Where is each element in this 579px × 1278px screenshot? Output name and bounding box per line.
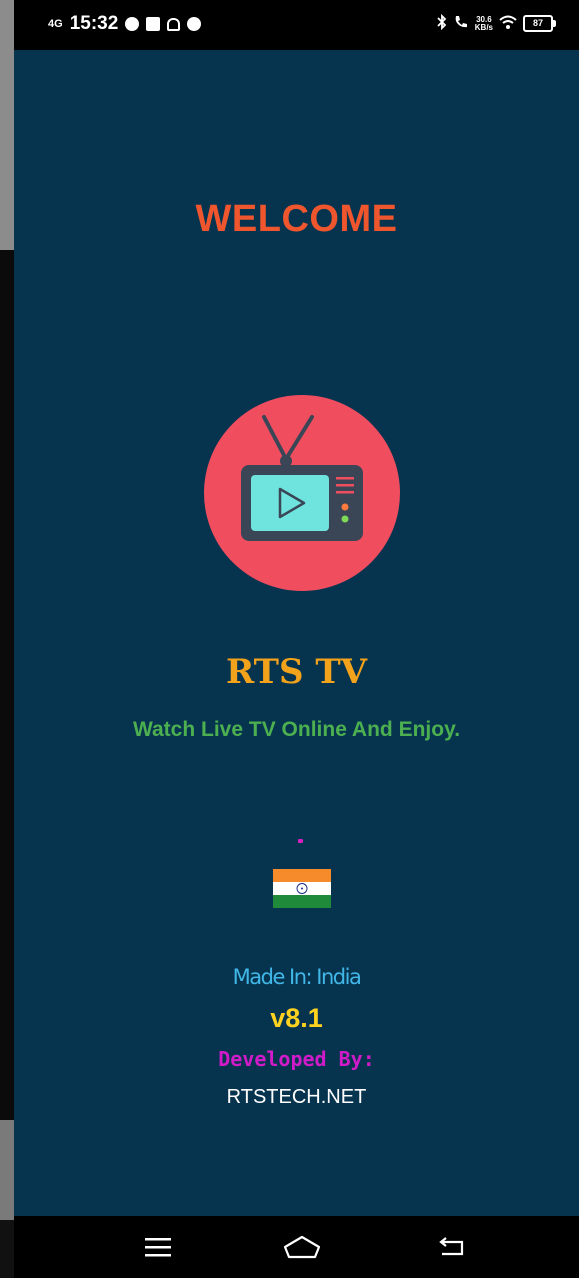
- status-right: 30.6 KB/s 87: [437, 13, 556, 33]
- app-name: RTS TV: [225, 652, 368, 692]
- speed-unit: KB/s: [474, 22, 493, 32]
- battery-icon: 87: [523, 15, 556, 32]
- app-version: v8.1: [270, 1003, 323, 1033]
- battery-level: 87: [532, 18, 543, 28]
- menu-icon[interactable]: [138, 1230, 178, 1264]
- bell-icon: [167, 17, 181, 31]
- call-icon: [453, 14, 469, 33]
- wifi-icon: [499, 15, 517, 33]
- developed-by-label: Developed By:: [218, 1047, 375, 1071]
- made-in-label: Made In: India: [232, 965, 362, 989]
- youtube-icon: [146, 17, 161, 31]
- status-time: 15:32: [69, 13, 119, 34]
- india-flag-icon: [273, 869, 331, 908]
- bluetooth-icon: [437, 13, 447, 33]
- back-icon[interactable]: [432, 1230, 472, 1264]
- navigation-bar: [14, 1216, 579, 1278]
- home-icon[interactable]: [282, 1230, 322, 1264]
- vpn-icon: [187, 17, 202, 31]
- status-bar: 4G 15:32 30.6 KB/s 87: [14, 0, 579, 50]
- telegram-icon: [125, 17, 140, 31]
- status-left: 4G 15:32: [48, 13, 202, 35]
- developer-name: RTSTECH.NET: [226, 1086, 367, 1108]
- loading-dot: [298, 839, 303, 843]
- network-speed: 30.6 KB/s: [474, 15, 493, 32]
- splash-screen: 4G 15:32 30.6 KB/s 87 WELCOME RTS TV Wat…: [14, 0, 579, 1278]
- welcome-title: WELCOME: [195, 198, 398, 240]
- app-tagline: Watch Live TV Online And Enjoy.: [132, 718, 461, 741]
- tv-play-icon: [204, 395, 400, 591]
- network-indicator: 4G: [48, 18, 63, 30]
- screen-edge: [0, 0, 14, 1278]
